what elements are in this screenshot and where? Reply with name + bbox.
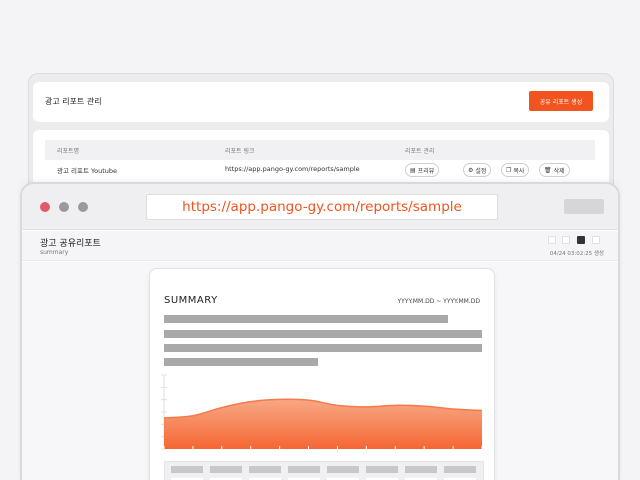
area-chart xyxy=(161,374,483,450)
settings-button[interactable]: ⚙ 설정 xyxy=(463,163,492,177)
text-placeholder-line xyxy=(164,344,482,352)
table-cell-placeholder xyxy=(288,466,320,473)
column-header-name: 리포트명 xyxy=(57,148,80,155)
table-cell-placeholder xyxy=(327,466,359,473)
copy-icon: ❐ xyxy=(506,166,512,174)
generated-timestamp: 04/24 03:02:25 생성 xyxy=(549,251,604,257)
text-placeholder-line xyxy=(164,358,318,366)
report-title: 광고 공유리포트 xyxy=(40,239,101,249)
maximize-window-icon[interactable] xyxy=(78,202,88,212)
trash-icon: 🗑 xyxy=(544,166,552,174)
table-row: 광고 리포트 Youtube https://app.pango-gy.com/… xyxy=(45,160,595,180)
report-header: 광고 공유리포트 summary 04/24 03:02:25 생성 xyxy=(22,231,618,261)
table-cell-placeholder xyxy=(444,466,476,473)
gear-icon: ⚙ xyxy=(468,166,474,174)
browser-window: https://app.pango-gy.com/reports/sample … xyxy=(20,182,620,480)
report-link[interactable]: https://app.pango-gy.com/reports/sample xyxy=(225,165,360,173)
report-name: 광고 리포트 Youtube xyxy=(57,167,118,175)
file-icon: ▤ xyxy=(410,166,416,174)
view-option-icon-active[interactable] xyxy=(577,236,585,244)
address-bar[interactable]: https://app.pango-gy.com/reports/sample xyxy=(146,194,498,220)
close-window-icon[interactable] xyxy=(40,202,50,212)
browser-menu-button[interactable] xyxy=(564,199,604,214)
table-cell-placeholder xyxy=(405,466,437,473)
summary-heading: SUMMARY xyxy=(164,295,218,306)
view-option-icon[interactable] xyxy=(592,236,600,244)
text-placeholder-line xyxy=(164,315,448,323)
view-option-icon[interactable] xyxy=(548,236,556,244)
table-cell-placeholder xyxy=(366,466,398,473)
copy-button[interactable]: ❐ 복사 xyxy=(501,163,530,177)
report-subtitle: summary xyxy=(40,249,69,256)
create-shared-report-button[interactable]: 공유 리포트 생성 xyxy=(529,91,593,111)
delete-button[interactable]: 🗑 삭제 xyxy=(539,163,570,177)
text-placeholder-line xyxy=(164,330,482,338)
browser-titlebar: https://app.pango-gy.com/reports/sample xyxy=(22,184,618,230)
report-document: SUMMARY YYYY.MM.DD ~ YYYY.MM.DD xyxy=(149,268,495,480)
preview-button[interactable]: ▤ 프리뷰 xyxy=(405,163,440,177)
table-cell-placeholder xyxy=(249,466,281,473)
table-cell-placeholder xyxy=(210,466,242,473)
table-cell-placeholder xyxy=(171,466,203,473)
report-content: SUMMARY YYYY.MM.DD ~ YYYY.MM.DD xyxy=(22,262,618,480)
column-header-manage: 리포트 관리 xyxy=(405,148,435,155)
minimize-window-icon[interactable] xyxy=(59,202,69,212)
date-range: YYYY.MM.DD ~ YYYY.MM.DD xyxy=(397,298,480,305)
admin-page-title: 광고 리포트 관리 xyxy=(45,97,102,106)
admin-header: 광고 리포트 관리 공유 리포트 생성 xyxy=(33,82,609,122)
table-header: 리포트명 리포트 링크 리포트 관리 xyxy=(45,140,595,160)
column-header-link: 리포트 링크 xyxy=(225,148,255,155)
view-option-icon[interactable] xyxy=(562,236,570,244)
data-table-preview xyxy=(164,461,484,480)
